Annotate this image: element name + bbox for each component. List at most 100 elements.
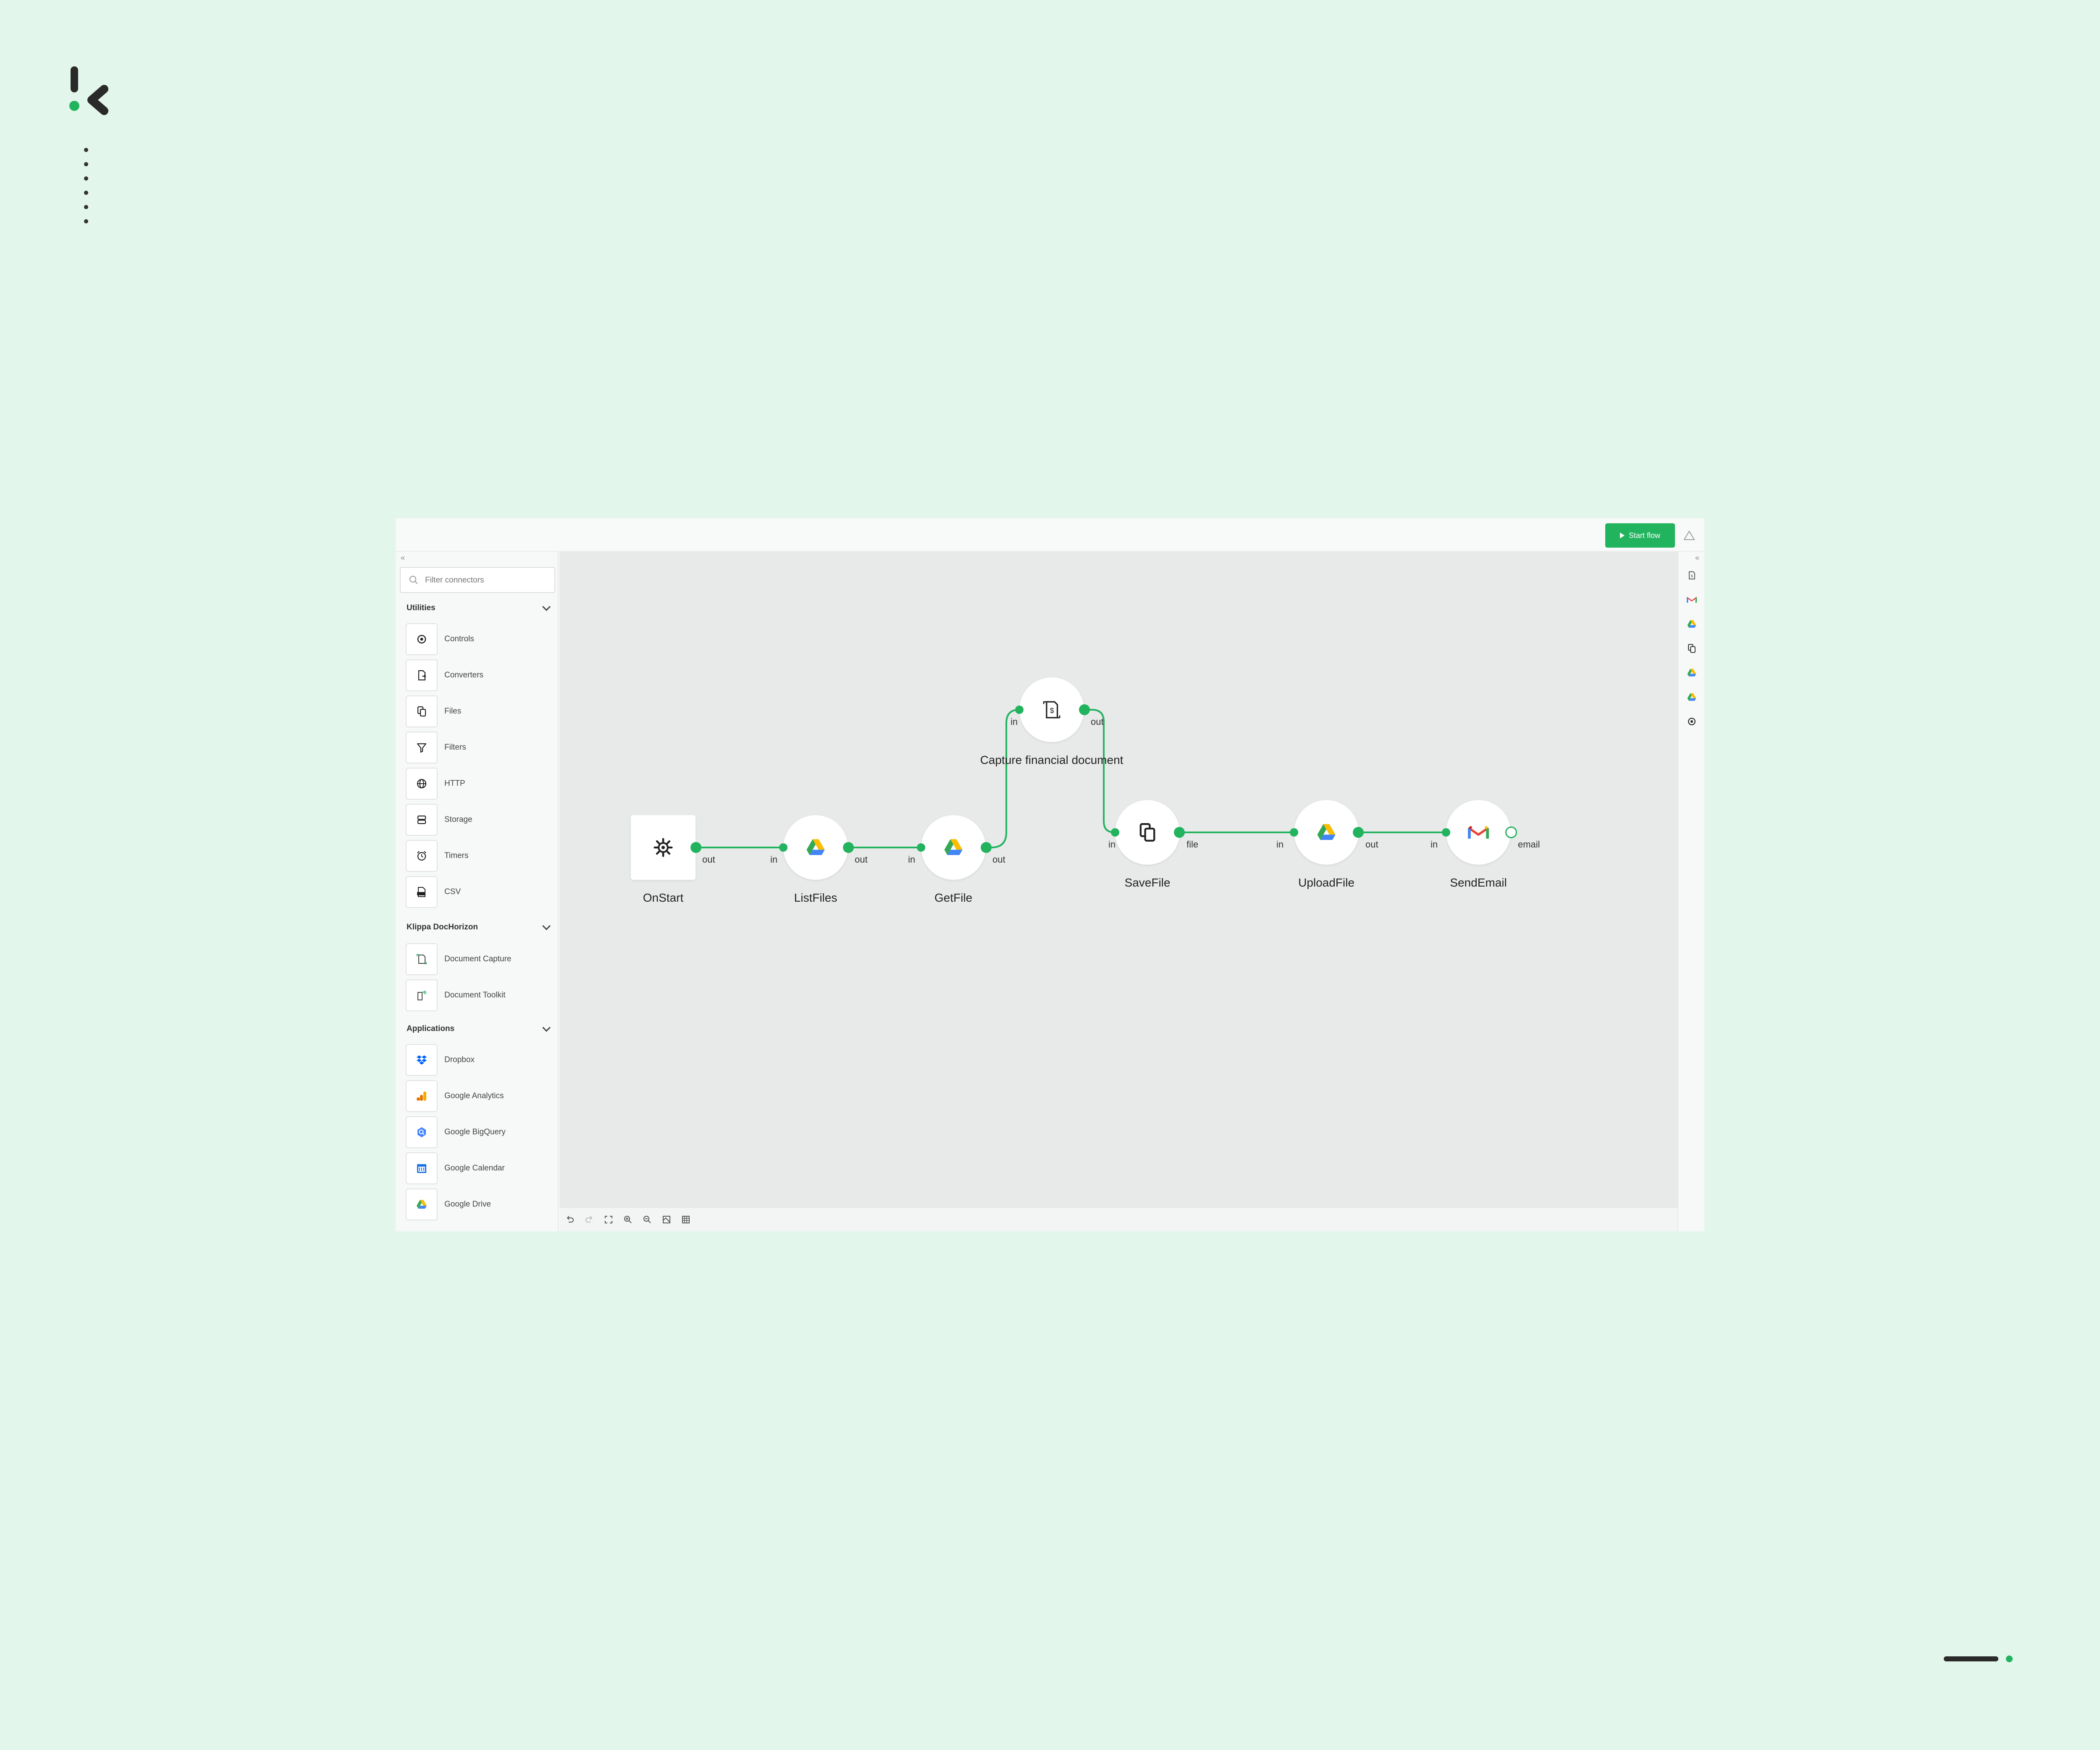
wire-capture-savefile: [1084, 709, 1115, 833]
zoom-out-button[interactable]: [641, 1213, 654, 1226]
connector-label: Document Capture: [444, 955, 512, 963]
node-label: OnStart: [643, 891, 684, 904]
brand-logo: [69, 66, 108, 115]
zoom-in-button[interactable]: [622, 1213, 634, 1226]
node-label: GetFile: [934, 891, 973, 904]
document-toolkit-icon: [417, 990, 427, 1000]
converters-icon: [418, 670, 426, 681]
connector-storage[interactable]: Storage: [406, 804, 549, 836]
port-out-dot[interactable]: [1353, 827, 1364, 838]
fit-view-button[interactable]: [602, 1213, 615, 1226]
node-uploadfile[interactable]: [1294, 800, 1359, 865]
node-savefile[interactable]: [1115, 800, 1180, 865]
connector-google-calendar[interactable]: Google Calendar: [406, 1152, 549, 1184]
collapse-left-icon[interactable]: «: [401, 554, 405, 562]
decorative-dots: [84, 148, 89, 234]
section-utilities[interactable]: Utilities: [407, 600, 554, 617]
collapse-right-icon[interactable]: «: [1695, 554, 1699, 562]
google-analytics-icon: [417, 1091, 426, 1101]
filter-connectors-input[interactable]: [425, 574, 547, 587]
redo-button[interactable]: [583, 1213, 596, 1226]
filter-icon: [417, 743, 427, 753]
flow-connections: [696, 709, 1446, 848]
connector-label: Filters: [444, 743, 466, 752]
node-label: UploadFile: [1298, 876, 1354, 889]
minimap-button[interactable]: [660, 1213, 673, 1226]
connector-google-bigquery[interactable]: Google BigQuery: [406, 1116, 549, 1148]
port-email-dot[interactable]: [1505, 826, 1517, 838]
port-out-dot[interactable]: [1079, 704, 1090, 715]
node-onstart[interactable]: [631, 815, 696, 880]
connector-document-capture[interactable]: Document Capture: [406, 943, 549, 975]
connector-filters[interactable]: Filters: [406, 732, 549, 763]
connector-converters[interactable]: Converters: [406, 659, 549, 691]
start-flow-button[interactable]: Start flow: [1605, 523, 1675, 548]
port-label: in: [1011, 716, 1018, 727]
port-in-dot[interactable]: [779, 843, 788, 852]
connector-timers[interactable]: Timers: [406, 840, 549, 872]
connector-controls[interactable]: Controls: [406, 623, 549, 655]
section-applications[interactable]: Applications: [407, 1021, 554, 1037]
node-listfiles[interactable]: [783, 815, 848, 880]
port-label: in: [1108, 839, 1116, 850]
connector-dropbox[interactable]: Dropbox: [406, 1044, 549, 1076]
port-in-dot[interactable]: [1290, 828, 1298, 837]
gmail-icon: [1686, 596, 1697, 603]
storage-icon: [417, 815, 426, 824]
port-label: in: [908, 854, 916, 865]
grid-button[interactable]: [680, 1213, 692, 1226]
port-in-dot[interactable]: [1111, 828, 1119, 837]
document-capture-icon: $: [1043, 701, 1060, 719]
node-label: SendEmail: [1450, 876, 1507, 889]
warning-icon[interactable]: [1683, 530, 1695, 541]
undo-button[interactable]: [564, 1213, 576, 1226]
connector-label: CSV: [444, 887, 461, 896]
port-in-dot[interactable]: [1015, 706, 1024, 714]
rail-item-onstart[interactable]: [1686, 716, 1698, 727]
play-icon: [1620, 533, 1625, 538]
section-klippa-dochorizon[interactable]: Klippa DocHorizon: [407, 919, 554, 936]
connector-label: Dropbox: [444, 1055, 475, 1064]
connector-http[interactable]: HTTP: [406, 768, 549, 800]
port-in-dot[interactable]: [917, 843, 925, 852]
connector-google-drive[interactable]: Google Drive: [406, 1189, 549, 1220]
rail-item-capture[interactable]: $: [1686, 569, 1698, 581]
section-title: Klippa DocHorizon: [407, 923, 478, 931]
grid-icon: [682, 1216, 690, 1223]
connector-document-toolkit[interactable]: Document Toolkit: [406, 979, 549, 1011]
port-out-dot[interactable]: [843, 842, 854, 853]
undo-icon: [567, 1216, 574, 1223]
port-out-dot[interactable]: [690, 842, 701, 853]
port-out-dot[interactable]: [981, 842, 992, 853]
chevron-down-icon: [542, 1023, 551, 1032]
rail-item-uploadfile[interactable]: [1686, 691, 1698, 703]
node-rail: « $: [1677, 552, 1704, 1231]
document-capture-icon: [417, 954, 427, 964]
connector-google-analytics[interactable]: Google Analytics: [406, 1080, 549, 1112]
node-getfile[interactable]: [921, 815, 986, 880]
rail-item-listfiles[interactable]: [1686, 667, 1698, 679]
port-file-dot[interactable]: [1174, 827, 1185, 838]
connector-csv[interactable]: CSV: [406, 876, 549, 908]
files-icon: [417, 706, 426, 717]
top-toolbar: Start flow: [396, 518, 1704, 552]
gmail-icon: [1468, 826, 1489, 839]
document-capture-icon: $: [1689, 571, 1695, 580]
node-sendemail[interactable]: [1446, 800, 1511, 865]
connector-sidebar: « Utilities Controls Converters Files: [396, 552, 559, 1231]
connector-label: Google BigQuery: [444, 1128, 506, 1136]
rail-item-savefile[interactable]: [1686, 643, 1698, 654]
filter-connectors-field[interactable]: [400, 567, 555, 593]
globe-icon: [417, 779, 427, 789]
minimap-icon: [663, 1216, 670, 1223]
google-drive-icon: [1687, 620, 1696, 628]
rail-item-sendemail[interactable]: [1686, 594, 1698, 606]
connector-files[interactable]: Files: [406, 695, 549, 727]
port-in-dot[interactable]: [1442, 828, 1450, 837]
rail-item-getfile[interactable]: [1686, 618, 1698, 630]
port-label: email: [1518, 839, 1540, 850]
node-capture-financial-document[interactable]: $: [1019, 677, 1084, 742]
canvas-toolbar: [559, 1207, 1677, 1231]
start-flow-label: Start flow: [1628, 531, 1661, 540]
flow-canvas[interactable]: OnStart out ListFiles in out GetFile in …: [559, 552, 1677, 1207]
